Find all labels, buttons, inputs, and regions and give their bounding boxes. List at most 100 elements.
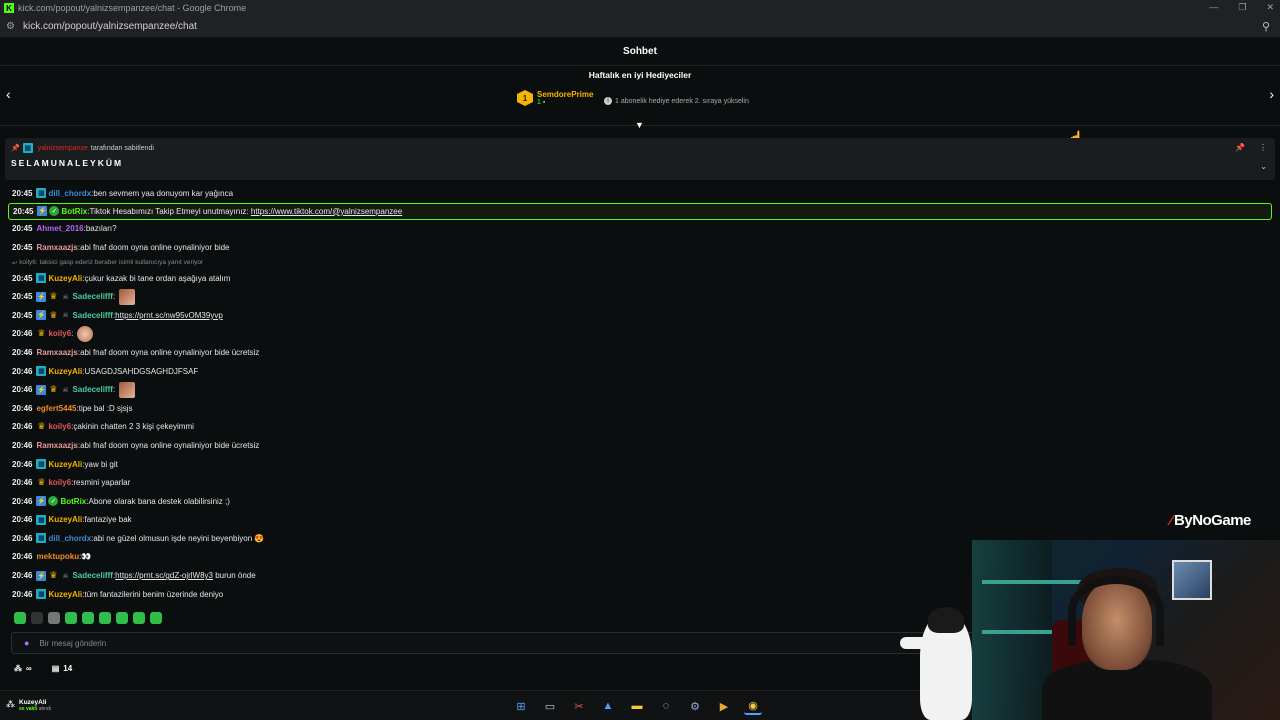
more-options-icon[interactable]: ⋮ [1259, 143, 1267, 152]
username[interactable]: BotRix [60, 497, 86, 506]
username[interactable]: Ramxaazjs [36, 441, 77, 450]
message-link[interactable]: https://prnt.sc/nw95vOM39yvp [115, 311, 223, 320]
emote-image [119, 381, 136, 398]
chat-message[interactable]: 20:45 ⚡ ♛ ☠ Sadecelifff: [0, 287, 1280, 306]
username[interactable]: dill_chordx [48, 189, 91, 198]
username[interactable]: KuzeyAli [48, 274, 82, 283]
minimize-icon[interactable]: — [1209, 2, 1218, 13]
emote-button[interactable] [99, 612, 111, 624]
unpin-icon[interactable]: 📌 [1235, 143, 1245, 152]
message-text: USAGDJSAHDGSAGHDJFSAF [84, 366, 199, 376]
chat-message[interactable]: 20:46 ▦ KuzeyAli: fantaziye bak [0, 511, 1280, 530]
chat-message[interactable]: 20:46 ▦ KuzeyAli: yaw bi git [0, 455, 1280, 474]
og-badge-icon: ⚡ [37, 206, 48, 217]
username[interactable]: BotRix [61, 207, 87, 216]
address-bar[interactable]: ⚙ kick.com/popout/yalnizsempanzee/chat ⚲ [0, 16, 1280, 38]
task-view-icon[interactable]: ▭ [541, 697, 559, 715]
chat-message[interactable]: 20:45 Ramxaazjs: abi fnaf doom oyna onli… [0, 238, 1280, 257]
username[interactable]: Ramxaazjs [36, 243, 77, 252]
skull-badge-icon: ☠ [62, 572, 69, 580]
emote-button[interactable] [116, 612, 128, 624]
crown-badge-icon: ♛ [49, 309, 58, 320]
emote-button[interactable] [31, 612, 43, 624]
reply-context[interactable]: ↩ koily6: taksici gasp ederiz beraber is… [0, 257, 1280, 269]
file-explorer-icon[interactable]: ▬ [628, 697, 646, 715]
emote-button[interactable] [14, 612, 26, 624]
chat-message[interactable]: 20:45 Ahmet_2016: bazıları? [0, 220, 1280, 239]
chevron-right-icon[interactable]: › [1269, 86, 1274, 102]
share-icon[interactable]: ⁂ [14, 664, 22, 673]
chevron-down-icon[interactable]: ⌄ [1260, 162, 1267, 171]
timestamp: 20:46 [12, 478, 33, 488]
windows-start-icon[interactable]: ⊞ [512, 697, 530, 715]
username[interactable]: Sadecelifff [72, 292, 112, 301]
pinned-by-suffix: tarafından sabitlendi [90, 144, 154, 152]
username[interactable]: KuzeyAli [48, 460, 82, 469]
taskbar-user[interactable]: ⁂ KuzeyAli sıı vakti atındı [6, 699, 51, 712]
pinned-message[interactable]: 📌 ▦ yalnizsempanze tarafından sabitlendi… [5, 138, 1275, 180]
chat-message[interactable]: 20:46 ⚡ ✓ BotRix: Abone olarak bana dest… [0, 492, 1280, 511]
username[interactable]: mektupoku [36, 552, 79, 561]
chat-message[interactable]: 20:46 ♛ koily6: [0, 325, 1280, 344]
collapse-toggle-icon[interactable]: ▼ [635, 120, 644, 130]
skull-badge-icon: ☠ [62, 386, 69, 394]
skull-badge-icon: ☠ [62, 312, 69, 320]
chat-message[interactable]: 20:45 ▦ dill_chordx: ben sevmem yaa donu… [0, 184, 1280, 203]
top-gifter[interactable]: 1 SemdorePrime 1 ▪ [517, 90, 593, 106]
bot-badge-icon: ✓ [48, 496, 59, 507]
username[interactable]: egfert5445 [36, 404, 76, 413]
media-app-icon[interactable]: ▶ [715, 697, 733, 715]
emote-button[interactable] [150, 612, 162, 624]
maximize-icon[interactable]: ❐ [1238, 2, 1246, 13]
gift-box-icon[interactable]: ▤ [52, 664, 60, 673]
username[interactable]: KuzeyAli [48, 590, 82, 599]
chat-message[interactable]: 20:46 ▦ KuzeyAli: USAGDJSAHDGSAGHDJFSAF [0, 362, 1280, 381]
chat-message[interactable]: 20:46 Ramxaazjs: abi fnaf doom oyna onli… [0, 343, 1280, 362]
timestamp: 20:46 [12, 385, 33, 395]
emote-button[interactable] [65, 612, 77, 624]
emote-button[interactable] [48, 612, 60, 624]
chat-message-highlighted[interactable]: 20:45 ⚡ ✓ BotRix: Tiktok Hesabımızı Taki… [8, 202, 1272, 220]
timestamp: 20:45 [12, 224, 33, 234]
mic-icon[interactable]: ● [24, 638, 29, 648]
pinned-by-user[interactable]: yalnizsempanze [38, 145, 88, 152]
gifter-name[interactable]: SemdorePrime [537, 90, 593, 99]
chat-message[interactable]: 20:46 ♛ koily6: resmini yaparlar [0, 473, 1280, 492]
username[interactable]: koily6 [48, 329, 71, 338]
site-info-icon[interactable]: ⚙ [6, 21, 15, 32]
chat-message[interactable]: 20:45 ▦ KuzeyAli: çukur kazak bi tane or… [0, 269, 1280, 288]
chat-message[interactable]: 20:46 egfert5445: tipe bal :D sjsjs [0, 399, 1280, 418]
username[interactable]: KuzeyAli [48, 367, 82, 376]
steam-icon[interactable]: ⚙ [686, 697, 704, 715]
emote-button[interactable] [133, 612, 145, 624]
username[interactable]: Ramxaazjs [36, 348, 77, 357]
chat-message[interactable]: 20:46 ♛ koily6: çakinin chatten 2 3 kişi… [0, 418, 1280, 437]
username[interactable]: Ahmet_2016 [36, 224, 83, 233]
photos-icon[interactable]: ▲ [599, 697, 617, 715]
username[interactable]: Sadecelifff [72, 385, 112, 394]
chevron-left-icon[interactable]: ‹ [6, 86, 11, 102]
username[interactable]: koily6 [48, 422, 71, 431]
snipping-tool-icon[interactable]: ✂ [570, 697, 588, 715]
username[interactable]: Sadecelifff [72, 571, 112, 580]
zoom-icon[interactable]: ⚲ [1262, 20, 1270, 33]
chat-message[interactable]: 20:46 Ramxaazjs: abi fnaf doom oyna onli… [0, 436, 1280, 455]
url-text[interactable]: kick.com/popout/yalnizsempanzee/chat [23, 21, 197, 32]
username[interactable]: koily6 [48, 478, 71, 487]
message-link[interactable]: https://prnt.sc/gdZ-ojrlW8y3 [115, 571, 213, 580]
username[interactable]: KuzeyAli [48, 515, 82, 524]
username[interactable]: Sadecelifff [72, 311, 112, 320]
timestamp: 20:46 [12, 515, 33, 525]
message-text: çakinin chatten 2 3 kişi çekeyimmi [73, 422, 194, 432]
message-link[interactable]: https://www.tiktok.com/@yalnizsempanzee [251, 207, 402, 216]
headset-icon [1068, 576, 1164, 646]
username[interactable]: dill_chordx [48, 534, 91, 543]
emote-button[interactable] [82, 612, 94, 624]
pin-icon: 📌 [11, 145, 20, 152]
chrome-icon[interactable]: ◉ [744, 697, 762, 715]
chat-message[interactable]: 20:45 ⚡ ♛ ☠ Sadecelifff: https://prnt.sc… [0, 306, 1280, 325]
chat-message[interactable]: 20:46 ⚡ ♛ ☠ Sadecelifff: [0, 380, 1280, 399]
kick-favicon-icon: K [4, 3, 14, 13]
obs-icon[interactable]: ◌ [657, 697, 675, 715]
close-icon[interactable]: ✕ [1266, 2, 1274, 13]
